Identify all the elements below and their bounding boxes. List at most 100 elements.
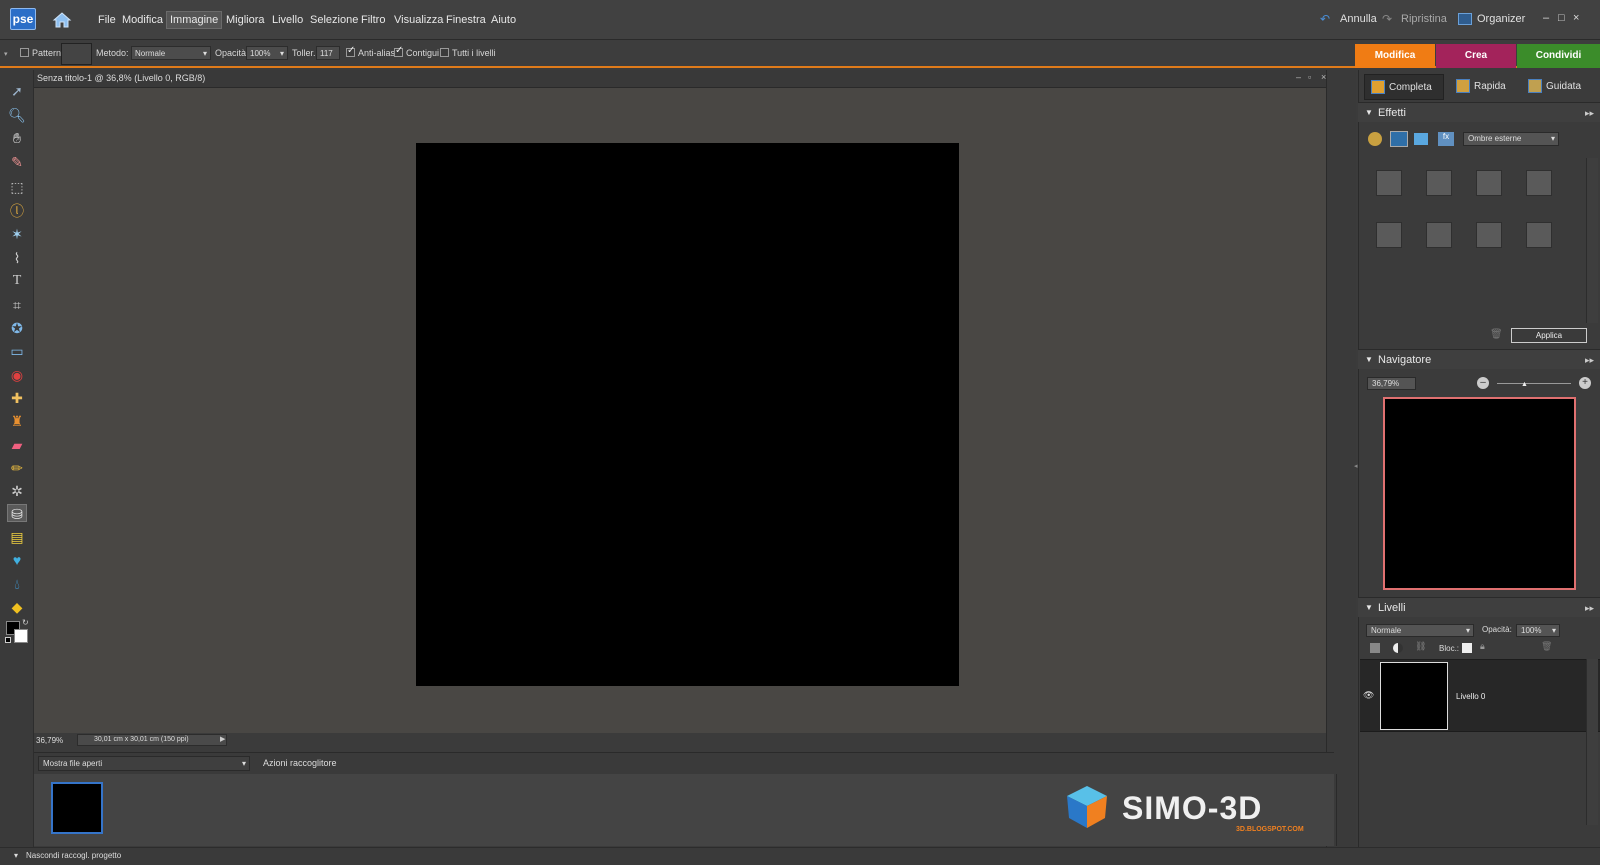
shape-tool-icon[interactable]: ♥ bbox=[7, 551, 27, 569]
eraser-tool-icon[interactable]: ▰ bbox=[7, 436, 27, 454]
zoom-readout[interactable]: 36,79% bbox=[36, 736, 63, 745]
menu-immagine[interactable]: Immagine bbox=[166, 11, 223, 29]
background-color-swatch[interactable] bbox=[14, 629, 28, 643]
apply-button[interactable]: Applica bbox=[1511, 328, 1587, 343]
minimize-icon[interactable]: – bbox=[1543, 12, 1549, 24]
maximize-icon[interactable]: □ bbox=[1558, 12, 1565, 24]
menu-migliora[interactable]: Migliora bbox=[223, 13, 268, 27]
filters-icon[interactable] bbox=[1368, 132, 1382, 146]
effect-thumb-4[interactable] bbox=[1526, 170, 1552, 196]
blend-mode-select[interactable]: Normale ▾ bbox=[1366, 624, 1474, 637]
effect-thumb-3[interactable] bbox=[1476, 170, 1502, 196]
effects-panel-header[interactable]: ▼ Effetti ▸▸ bbox=[1358, 102, 1600, 122]
opacity-input[interactable]: 100% ▾ bbox=[246, 46, 288, 60]
panel-collapse-strip[interactable] bbox=[1326, 70, 1356, 847]
menu-modifica[interactable]: Modifica bbox=[119, 13, 166, 27]
menu-filtro[interactable]: Filtro bbox=[358, 13, 388, 27]
show-files-select[interactable]: Mostra file aperti ▾ bbox=[38, 756, 250, 771]
hide-bin-button[interactable]: Nascondi raccogl. progetto bbox=[26, 851, 121, 860]
document-size-info[interactable]: 30,01 cm x 30,01 cm (150 ppi) bbox=[77, 734, 227, 746]
adjustment-layer-icon[interactable] bbox=[1393, 643, 1403, 653]
bin-scrollbar[interactable] bbox=[1336, 774, 1350, 846]
tolerance-input[interactable]: 117 bbox=[316, 46, 340, 60]
lasso-tool-icon[interactable]: ⓛ bbox=[7, 202, 27, 220]
pencil-tool-icon[interactable]: ✏ bbox=[7, 459, 27, 477]
zoom-slider-handle[interactable]: ▲ bbox=[1521, 381, 1528, 388]
panel-menu-icon[interactable]: ▸▸ bbox=[1585, 103, 1594, 123]
panel-menu-icon[interactable]: ▸▸ bbox=[1585, 350, 1594, 370]
effect-thumb-7[interactable] bbox=[1476, 222, 1502, 248]
link-icon[interactable]: ⛓︎ bbox=[1415, 641, 1426, 652]
effect-thumb-2[interactable] bbox=[1426, 170, 1452, 196]
default-colors-icon[interactable] bbox=[5, 637, 11, 643]
show-all-icon[interactable]: fx bbox=[1438, 132, 1454, 146]
menu-selezione[interactable]: Selezione bbox=[307, 13, 361, 27]
doc-minimize-icon[interactable]: – bbox=[1296, 72, 1301, 82]
zoom-in-icon[interactable]: + bbox=[1579, 377, 1591, 389]
photo-effects-icon[interactable] bbox=[1414, 133, 1428, 145]
layer-thumbnail[interactable] bbox=[1380, 662, 1448, 730]
zoom-tool-icon[interactable]: 🔍︎ bbox=[7, 106, 27, 124]
effects-scrollbar[interactable] bbox=[1586, 158, 1598, 323]
undo-button[interactable]: Annulla bbox=[1340, 13, 1377, 25]
tab-rapida[interactable]: Rapida bbox=[1450, 74, 1520, 100]
move-tool-icon[interactable]: ➚ bbox=[7, 82, 27, 100]
redo-button[interactable]: Ripristina bbox=[1401, 13, 1447, 25]
effect-thumb-6[interactable] bbox=[1426, 222, 1452, 248]
visibility-eye-icon[interactable]: 👁︎ bbox=[1363, 690, 1374, 701]
contiguous-checkbox[interactable] bbox=[394, 45, 403, 57]
tab-completa[interactable]: Completa bbox=[1364, 74, 1444, 100]
method-select[interactable]: Normale ▾ bbox=[131, 46, 211, 60]
menu-aiuto[interactable]: Aiuto bbox=[488, 13, 519, 27]
options-menu-icon[interactable]: ▾ bbox=[4, 50, 8, 58]
menu-visualizza[interactable]: Visualizza bbox=[391, 13, 446, 27]
panel-menu-icon[interactable]: ▸▸ bbox=[1585, 598, 1594, 618]
crop-tool-icon[interactable]: ⌗ bbox=[7, 296, 27, 314]
trash-icon[interactable]: 🗑︎ bbox=[1490, 329, 1503, 340]
gradient-tool-icon[interactable]: ▤ bbox=[7, 528, 27, 546]
layer-opacity-input[interactable]: 100% ▾ bbox=[1516, 624, 1560, 637]
hand-tool-icon[interactable]: ✋︎ bbox=[7, 129, 27, 147]
layers-scrollbar[interactable] bbox=[1586, 659, 1598, 825]
clone-stamp-tool-icon[interactable]: ♜ bbox=[7, 412, 27, 430]
tab-guidata[interactable]: Guidata bbox=[1522, 74, 1598, 100]
tab-condividi[interactable]: Condividi bbox=[1517, 44, 1600, 68]
navigator-preview[interactable] bbox=[1383, 397, 1576, 590]
zoom-out-icon[interactable]: – bbox=[1477, 377, 1489, 389]
bin-actions-menu[interactable]: Azioni raccoglitore bbox=[263, 758, 337, 768]
layer-styles-icon[interactable] bbox=[1390, 131, 1408, 147]
zoom-slider-track[interactable] bbox=[1497, 383, 1571, 384]
healing-brush-tool-icon[interactable]: ✚ bbox=[7, 389, 27, 407]
tab-crea[interactable]: Crea bbox=[1436, 44, 1516, 68]
organizer-button[interactable]: Organizer bbox=[1477, 13, 1525, 25]
close-icon[interactable]: × bbox=[1573, 12, 1579, 24]
quick-selection-tool-icon[interactable]: ⌇ bbox=[7, 249, 27, 267]
bin-toggle-icon[interactable]: ▾ bbox=[14, 851, 18, 860]
layers-panel-header[interactable]: ▼ Livelli ▸▸ bbox=[1358, 597, 1600, 617]
blur-tool-icon[interactable]: 💧︎ bbox=[7, 575, 27, 593]
paint-bucket-tool-icon[interactable]: ⛁ bbox=[7, 504, 27, 522]
magic-wand-tool-icon[interactable]: ✶ bbox=[7, 225, 27, 243]
effect-thumb-5[interactable] bbox=[1376, 222, 1402, 248]
panel-collapse-icon[interactable]: ◂ bbox=[1354, 462, 1358, 470]
navigator-zoom-input[interactable]: 36,79% bbox=[1367, 377, 1416, 390]
cookie-cutter-tool-icon[interactable]: ✪ bbox=[7, 319, 27, 337]
marquee-tool-icon[interactable]: ⬚ bbox=[7, 178, 27, 196]
tab-modifica[interactable]: Modifica bbox=[1355, 44, 1435, 68]
lock-all-icon[interactable]: 🔒︎ bbox=[1480, 641, 1485, 652]
all-layers-checkbox[interactable] bbox=[440, 48, 449, 57]
new-layer-icon[interactable] bbox=[1370, 643, 1380, 653]
doc-restore-icon[interactable]: ▫ bbox=[1308, 72, 1311, 82]
layer-name[interactable]: Livello 0 bbox=[1456, 692, 1485, 701]
effect-thumb-1[interactable] bbox=[1376, 170, 1402, 196]
bin-thumbnail[interactable] bbox=[51, 782, 103, 834]
swap-colors-icon[interactable]: ↻ bbox=[22, 618, 29, 627]
straighten-tool-icon[interactable]: ▭ bbox=[7, 342, 27, 360]
brush-tool-icon[interactable]: ✲ bbox=[7, 482, 27, 500]
sponge-tool-icon[interactable]: ◆ bbox=[7, 598, 27, 616]
antialias-checkbox[interactable] bbox=[346, 45, 355, 57]
home-icon[interactable] bbox=[52, 11, 72, 29]
navigator-panel-header[interactable]: ▼ Navigatore ▸▸ bbox=[1358, 349, 1600, 369]
type-tool-icon[interactable]: T bbox=[7, 272, 27, 290]
lock-transparency-icon[interactable] bbox=[1462, 643, 1472, 653]
